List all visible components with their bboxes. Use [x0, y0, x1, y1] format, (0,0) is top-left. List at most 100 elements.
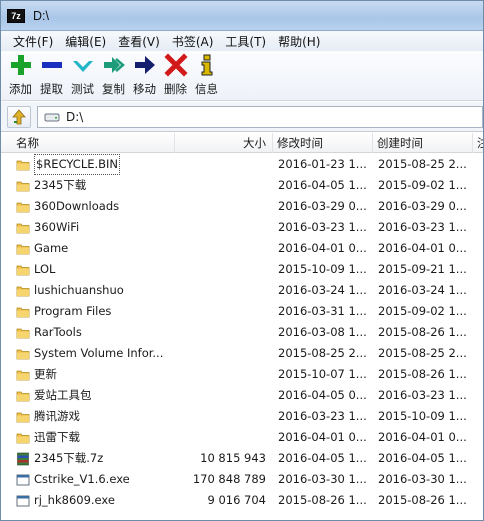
file-modified: 2016-04-05 0...: [278, 388, 367, 402]
drive-icon: [44, 113, 60, 121]
info-icon: [194, 53, 220, 77]
file-name: 360WiFi: [34, 220, 80, 234]
column-name[interactable]: 名称: [1, 133, 175, 153]
file-size: 170 848 789: [192, 472, 266, 486]
add-button[interactable]: 添加: [5, 53, 36, 97]
file-row[interactable]: 爱站工具包 2016-04-05 0... 2016-03-23 1...: [1, 385, 483, 406]
file-created: 2016-03-29 0...: [378, 199, 467, 213]
window-title: D:\: [33, 8, 49, 23]
file-created: 2015-08-25 2...: [378, 346, 467, 360]
file-created: 2015-08-26 1...: [378, 367, 467, 381]
file-modified: 2016-01-23 1...: [278, 157, 367, 171]
menu-bookmarks[interactable]: 书签(A): [166, 33, 220, 50]
file-row[interactable]: 2345下载.7z 10 815 943 2016-04-05 1... 2016-0…: [1, 448, 483, 469]
add-label: 添加: [9, 82, 32, 96]
file-row[interactable]: RarTools 2016-03-08 1... 2015-08-26 1...: [1, 322, 483, 343]
file-row[interactable]: 迅雷下载 2016-04-01 0... 2016-04-01 0...: [1, 427, 483, 448]
menu-tools[interactable]: 工具(T): [219, 33, 272, 50]
app-icon[interactable]: 7z: [7, 8, 25, 23]
file-name: RarTools: [34, 325, 82, 339]
file-name: System Volume Infor...: [34, 346, 164, 360]
file-modified: 2015-10-09 1...: [278, 262, 367, 276]
folder-icon: [16, 347, 30, 361]
menu-file[interactable]: 文件(F): [7, 33, 59, 50]
file-modified: 2016-03-23 1...: [278, 409, 367, 423]
file-created: 2015-08-25 2...: [378, 157, 467, 171]
file-name: Cstrike_V1.6.exe: [34, 472, 130, 486]
file-row[interactable]: 更新 2015-10-07 1... 2015-08-26 1...: [1, 364, 483, 385]
list-header: 名称 大小 修改时间 创建时间 注: [1, 133, 483, 153]
folder-icon: [16, 179, 30, 193]
info-button[interactable]: 信息: [191, 53, 222, 97]
file-created: 2015-09-21 1...: [378, 262, 467, 276]
file-modified: 2016-04-05 1...: [278, 178, 367, 192]
folder-icon: [16, 242, 30, 256]
folder-icon: [16, 389, 30, 403]
folder-icon: [16, 221, 30, 235]
up-folder-button[interactable]: [7, 105, 31, 128]
test-button[interactable]: 测试: [67, 53, 98, 97]
folder-icon: [16, 431, 30, 445]
address-field[interactable]: D:\: [37, 105, 483, 128]
file-name: 360Downloads: [34, 199, 120, 213]
file-row[interactable]: $RECYCLE.BIN 2016-01-23 1... 2015-08-25 2.…: [1, 154, 483, 175]
plus-icon: [8, 53, 34, 77]
file-created: 2016-04-05 1...: [378, 451, 467, 465]
folder-icon: [16, 410, 30, 424]
file-modified: 2016-04-01 0...: [278, 430, 367, 444]
file-size: [171, 385, 266, 406]
file-size: 9 016 704: [207, 493, 266, 507]
file-size: [171, 427, 266, 448]
folder-icon: [16, 263, 30, 277]
copy-label: 复制: [102, 82, 125, 96]
file-row[interactable]: LOL 2015-10-09 1... 2015-09-21 1...: [1, 259, 483, 280]
menu-edit[interactable]: 编辑(E): [59, 33, 112, 50]
column-comment[interactable]: 注: [473, 133, 483, 153]
file-row[interactable]: Game 2016-04-01 0... 2016-04-01 0...: [1, 238, 483, 259]
move-label: 移动: [133, 82, 156, 96]
column-modified[interactable]: 修改时间: [273, 133, 373, 153]
menu-help[interactable]: 帮助(H): [272, 33, 326, 50]
file-name: 2345下载.7z: [34, 451, 104, 465]
file-name: lushichuanshuo: [34, 283, 124, 297]
title-bar[interactable]: 7z D:\: [1, 1, 483, 31]
extract-label: 提取: [40, 82, 63, 96]
file-size: [171, 175, 266, 196]
file-created: 2015-10-09 1...: [378, 409, 467, 423]
column-size[interactable]: 大小: [175, 133, 273, 153]
file-row[interactable]: rj_hk8609.exe 9 016 704 2015-08-26 1... 201…: [1, 490, 483, 511]
file-modified: 2016-03-23 1...: [278, 220, 367, 234]
file-row[interactable]: lushichuanshuo 2016-03-24 1... 2016-03-24 …: [1, 280, 483, 301]
menu-bar: 文件(F) 编辑(E) 查看(V) 书签(A) 工具(T) 帮助(H): [1, 31, 483, 51]
file-row[interactable]: 360Downloads 2016-03-29 0... 2016-03-29 0.…: [1, 196, 483, 217]
file-row[interactable]: 腾讯游戏 2016-03-23 1... 2015-10-09 1...: [1, 406, 483, 427]
copy-button[interactable]: 复制: [98, 53, 129, 97]
toolbar: 添加 提取 测试 复制 移动 删除 信息: [1, 51, 483, 101]
arrow-right-icon: [132, 53, 158, 77]
file-row[interactable]: Program Files 2016-03-31 1... 2015-09-02 1…: [1, 301, 483, 322]
file-row[interactable]: System Volume Infor... 2015-08-25 2... 201…: [1, 343, 483, 364]
file-modified: 2015-08-25 2...: [278, 346, 367, 360]
file-row[interactable]: 360WiFi 2016-03-23 1... 2016-03-23 1...: [1, 217, 483, 238]
exe-file-icon: [16, 494, 30, 508]
file-size: [171, 301, 266, 322]
file-row[interactable]: 2345下载 2016-04-05 1... 2015-09-02 1...: [1, 175, 483, 196]
file-modified: 2016-03-29 0...: [278, 199, 367, 213]
column-created[interactable]: 创建时间: [373, 133, 473, 153]
file-row[interactable]: Cstrike_V1.6.exe 170 848 789 2016-03-30 1.…: [1, 469, 483, 490]
menu-view[interactable]: 查看(V): [112, 33, 166, 50]
delete-button[interactable]: 删除: [160, 53, 191, 97]
file-created: 2015-08-26 1...: [378, 493, 467, 507]
file-list: $RECYCLE.BIN 2016-01-23 1... 2015-08-25 2.…: [1, 154, 483, 511]
file-name: Program Files: [34, 304, 112, 318]
file-created: 2016-04-01 0...: [378, 430, 467, 444]
extract-button[interactable]: 提取: [36, 53, 67, 97]
file-name: rj_hk8609.exe: [34, 493, 115, 507]
folder-icon: [16, 284, 30, 298]
file-modified: 2015-08-26 1...: [278, 493, 367, 507]
file-name: 爱站工具包: [34, 388, 92, 402]
file-size: [171, 196, 266, 217]
move-button[interactable]: 移动: [129, 53, 160, 97]
file-created: 2015-09-02 1...: [378, 178, 467, 192]
file-created: 2016-03-30 1...: [378, 472, 467, 486]
